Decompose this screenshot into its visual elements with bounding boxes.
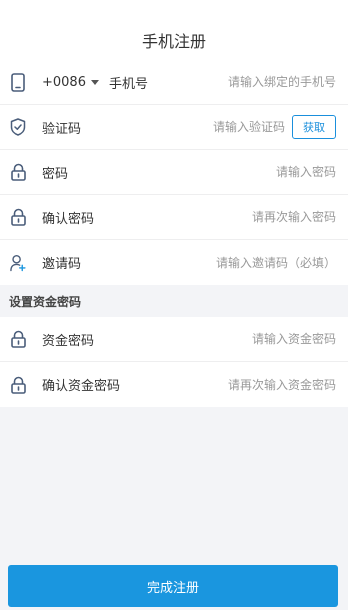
fund-password-label: 资金密码 bbox=[42, 333, 95, 349]
invite-code-row: 邀请码 bbox=[0, 240, 348, 285]
chevron-down-icon bbox=[90, 79, 99, 85]
lock-icon bbox=[10, 375, 26, 395]
country-code-select[interactable]: +0086 bbox=[42, 75, 99, 90]
phone-row: +0086 手机号 bbox=[0, 60, 348, 105]
confirm-fund-password-label: 确认资金密码 bbox=[42, 379, 121, 394]
fund-password-row: 资金密码 bbox=[0, 317, 348, 362]
fund-password-form: 资金密码 确认资金密码 bbox=[0, 317, 348, 407]
phone-input[interactable] bbox=[148, 75, 336, 89]
phone-icon bbox=[10, 72, 26, 92]
page-header: 手机注册 bbox=[0, 0, 348, 60]
confirm-password-input[interactable] bbox=[94, 210, 336, 224]
password-label: 密码 bbox=[42, 166, 69, 182]
verify-code-input[interactable] bbox=[81, 120, 285, 134]
invite-code-label: 邀请码 bbox=[42, 257, 82, 272]
lock-icon bbox=[10, 207, 26, 227]
country-code-value: +0086 bbox=[42, 74, 86, 90]
user-add-icon bbox=[10, 253, 26, 273]
shield-check-icon bbox=[10, 117, 26, 137]
password-input[interactable] bbox=[68, 165, 336, 179]
lock-icon bbox=[10, 329, 26, 349]
phone-label: 手机号 bbox=[108, 76, 148, 92]
fund-password-section-title: 设置资金密码 bbox=[0, 285, 348, 317]
fund-password-input[interactable] bbox=[94, 332, 336, 346]
confirm-fund-password-input[interactable] bbox=[120, 377, 336, 392]
get-code-button[interactable]: 获取 bbox=[292, 115, 336, 139]
confirm-password-label: 确认密码 bbox=[42, 211, 95, 227]
lock-icon bbox=[10, 162, 26, 182]
verify-code-label: 验证码 bbox=[42, 121, 82, 137]
confirm-fund-password-row: 确认资金密码 bbox=[0, 362, 348, 407]
registration-form: +0086 手机号 验证码 获取 密码 确认密码 邀请码 bbox=[0, 60, 348, 285]
invite-code-input[interactable] bbox=[81, 255, 336, 270]
page-title: 手机注册 bbox=[141, 32, 206, 51]
password-row: 密码 bbox=[0, 150, 348, 195]
confirm-password-row: 确认密码 bbox=[0, 195, 348, 240]
complete-registration-button[interactable]: 完成注册 bbox=[8, 565, 338, 607]
verify-code-row: 验证码 获取 bbox=[0, 105, 348, 150]
